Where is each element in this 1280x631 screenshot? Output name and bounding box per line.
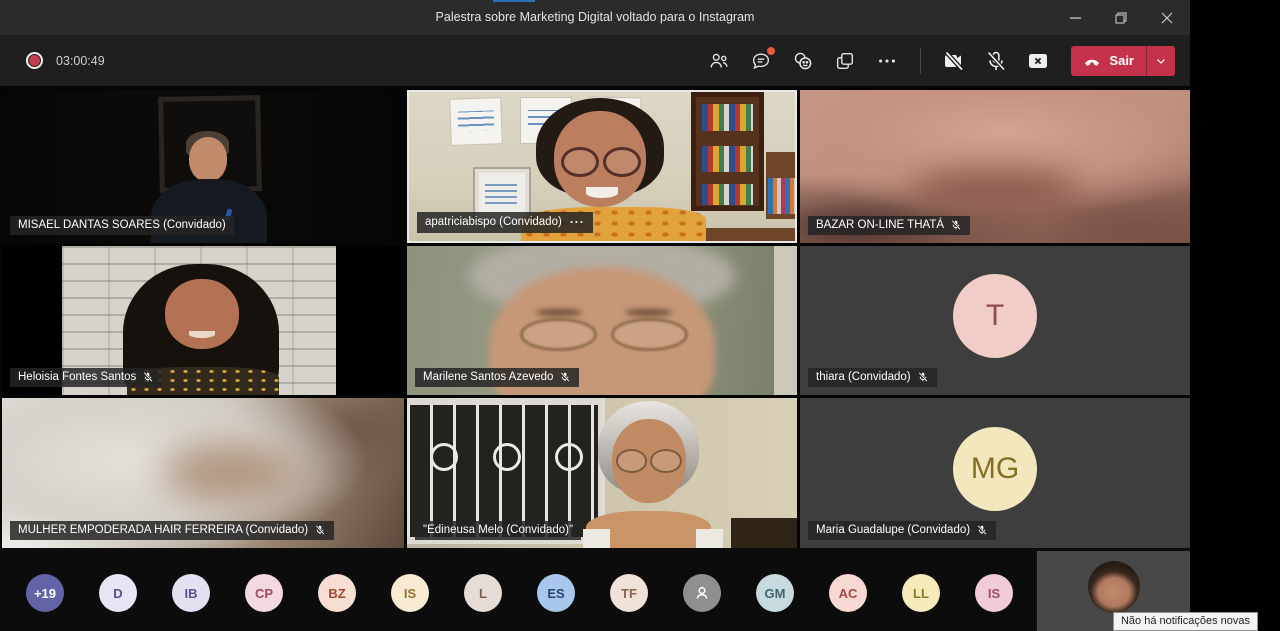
video-tile-mulher-empoderada[interactable]: MULHER EMPODERADA HAIR FERREIRA (Convida… xyxy=(2,398,404,548)
participant-avatar[interactable]: ES xyxy=(537,574,575,612)
minimize-button[interactable] xyxy=(1052,0,1098,35)
video-tile-marilene[interactable]: Marilene Santos Azevedo xyxy=(407,246,797,395)
participant-name: apatriciabispo (Convidado) xyxy=(425,216,562,228)
name-tag: apatriciabispo (Convidado) ··· xyxy=(417,212,593,233)
participant-avatar[interactable]: IB xyxy=(172,574,210,612)
name-tag: Heloisia Fontes Santos xyxy=(10,368,162,387)
participant-avatar[interactable]: CP xyxy=(245,574,283,612)
participant-avatar[interactable]: AC xyxy=(829,574,867,612)
participant-avatar[interactable]: +19 xyxy=(26,574,64,612)
maximize-restore-button[interactable] xyxy=(1098,0,1144,35)
breakout-rooms-button[interactable] xyxy=(833,49,857,73)
leave-button-label: Sair xyxy=(1109,53,1134,68)
minimize-icon xyxy=(1070,12,1081,23)
name-tag: Maria Guadalupe (Convidado) xyxy=(808,521,996,540)
reactions-icon xyxy=(792,50,814,72)
breakout-rooms-icon xyxy=(834,50,856,72)
name-tag: MISAEL DANTAS SOARES (Convidado) xyxy=(10,216,234,235)
more-options-button[interactable] xyxy=(875,49,899,73)
participant-name: MULHER EMPODERADA HAIR FERREIRA (Convida… xyxy=(18,524,308,536)
chat-button[interactable] xyxy=(749,49,773,73)
participants-icon xyxy=(708,50,730,72)
participant-name: BAZAR ON-LINE THATÁ xyxy=(816,219,944,231)
hang-up-icon xyxy=(1083,52,1101,70)
name-tag: "Edineusa Melo (Convidado)" xyxy=(415,521,581,540)
name-tag: MULHER EMPODERADA HAIR FERREIRA (Convida… xyxy=(10,521,334,540)
video-tile-edineusa[interactable]: "Edineusa Melo (Convidado)" xyxy=(407,398,797,548)
avatar: T xyxy=(953,274,1037,358)
close-icon xyxy=(1161,12,1173,24)
mic-off-icon xyxy=(314,524,326,536)
chat-notification-badge xyxy=(767,47,775,55)
participant-name: Marilene Santos Azevedo xyxy=(423,371,553,383)
mic-off-icon xyxy=(559,371,571,383)
teams-meeting-window: Palestra sobre Marketing Digital voltado… xyxy=(0,0,1190,631)
participant-avatar[interactable]: GM xyxy=(756,574,794,612)
tile-more-options-button[interactable]: ··· xyxy=(570,215,585,229)
video-tile-bazar[interactable]: BAZAR ON-LINE THATÁ xyxy=(800,90,1190,243)
name-tag: BAZAR ON-LINE THATÁ xyxy=(808,216,970,235)
participant-avatar[interactable]: BZ xyxy=(318,574,356,612)
meeting-timer: 03:00:49 xyxy=(56,54,105,68)
meeting-toolbar: 03:00:49 xyxy=(0,35,1190,86)
participant-avatar[interactable]: TF xyxy=(610,574,648,612)
mic-off-icon xyxy=(984,49,1008,73)
stop-sharing-icon xyxy=(1026,49,1050,73)
video-tile-thiara[interactable]: T thiara (Convidado) xyxy=(800,246,1190,395)
leave-split-button: Sair xyxy=(1071,46,1175,76)
leave-options-button[interactable] xyxy=(1147,46,1175,76)
participant-avatar[interactable]: D xyxy=(99,574,137,612)
leave-button[interactable]: Sair xyxy=(1071,46,1146,76)
participant-name: MISAEL DANTAS SOARES (Convidado) xyxy=(18,219,226,231)
participants-button[interactable] xyxy=(707,49,731,73)
notifications-tooltip: Não há notificações novas xyxy=(1113,612,1258,631)
participant-avatar-anonymous[interactable] xyxy=(683,574,721,612)
mic-off-icon xyxy=(950,219,962,231)
recording-indicator-icon xyxy=(26,52,43,69)
participant-avatar[interactable]: IS xyxy=(975,574,1013,612)
participant-avatar[interactable]: LL xyxy=(902,574,940,612)
participant-name: Maria Guadalupe (Convidado) xyxy=(816,524,970,536)
bottom-bar: +19 D IB CP BZ IS L ES TF GM AC LL IS xyxy=(0,548,1190,631)
toolbar-divider xyxy=(920,48,921,74)
participant-name: Heloisia Fontes Santos xyxy=(18,371,136,383)
avatar: MG xyxy=(953,427,1037,511)
mic-off-icon xyxy=(976,524,988,536)
video-stage: MISAEL DANTAS SOARES (Convidado) apatric… xyxy=(0,86,1190,548)
mic-off-icon xyxy=(142,371,154,383)
chevron-down-icon xyxy=(1155,55,1167,67)
avatar-initials: MG xyxy=(971,452,1019,486)
window-title: Palestra sobre Marketing Digital voltado… xyxy=(0,0,1190,35)
avatar-initials: T xyxy=(986,299,1004,333)
name-tag: Marilene Santos Azevedo xyxy=(415,368,579,387)
camera-off-icon xyxy=(942,49,966,73)
camera-toggle-button[interactable] xyxy=(942,49,966,73)
close-window-button[interactable] xyxy=(1144,0,1190,35)
mic-off-icon xyxy=(917,371,929,383)
video-tile-misael[interactable]: MISAEL DANTAS SOARES (Convidado) xyxy=(2,90,404,243)
video-tile-maria-guadalupe[interactable]: MG Maria Guadalupe (Convidado) xyxy=(800,398,1190,548)
titlebar: Palestra sobre Marketing Digital voltado… xyxy=(0,0,1190,35)
video-tile-apatriciabispo[interactable]: apatriciabispo (Convidado) ··· xyxy=(407,90,797,243)
reactions-button[interactable] xyxy=(791,49,815,73)
video-tile-heloisia[interactable]: Heloisia Fontes Santos xyxy=(2,246,404,395)
mic-toggle-button[interactable] xyxy=(984,49,1008,73)
participant-avatar[interactable]: IS xyxy=(391,574,429,612)
more-options-icon xyxy=(876,50,898,72)
maximize-restore-icon xyxy=(1115,12,1127,24)
participant-avatar[interactable]: L xyxy=(464,574,502,612)
self-avatar xyxy=(1088,561,1140,613)
stop-sharing-button[interactable] xyxy=(1026,49,1050,73)
name-tag: thiara (Convidado) xyxy=(808,368,937,387)
participants-strip: +19 D IB CP BZ IS L ES TF GM AC LL IS xyxy=(26,574,1013,612)
person-icon xyxy=(692,583,712,603)
participant-name: thiara (Convidado) xyxy=(816,371,911,383)
participant-name: "Edineusa Melo (Convidado)" xyxy=(423,524,573,536)
